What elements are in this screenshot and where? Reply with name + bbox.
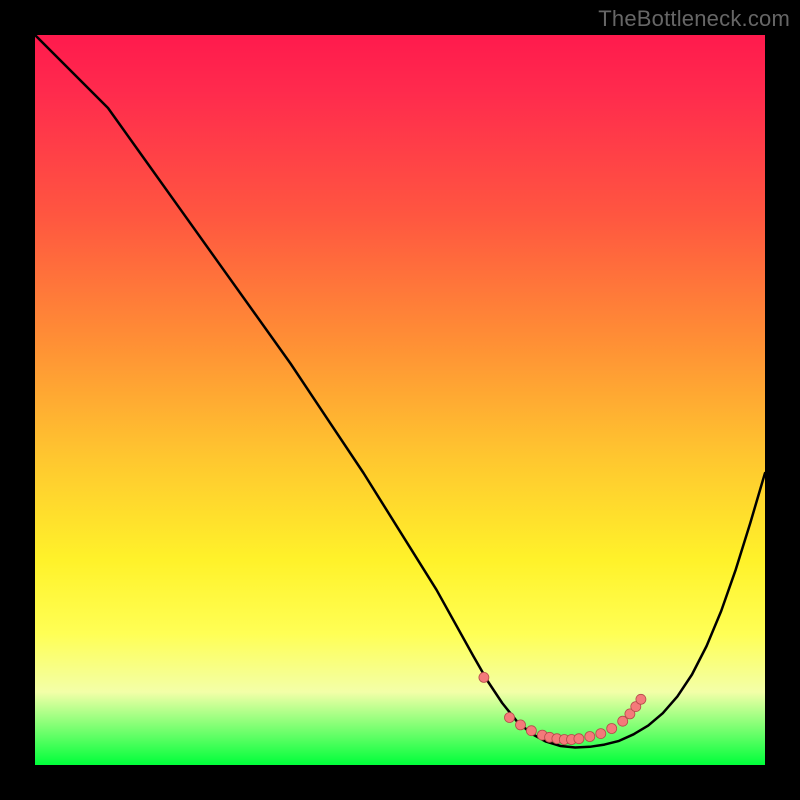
curve-marker	[596, 729, 606, 739]
curve-marker	[636, 694, 646, 704]
curve-marker	[516, 720, 526, 730]
chart-svg	[35, 35, 765, 765]
curve-marker	[574, 734, 584, 744]
curve-marker	[585, 732, 595, 742]
curve-marker	[505, 713, 515, 723]
plot-area	[35, 35, 765, 765]
marker-group	[479, 672, 646, 744]
watermark-text: TheBottleneck.com	[598, 6, 790, 32]
bottleneck-curve	[35, 35, 765, 748]
curve-marker	[526, 726, 536, 736]
curve-marker	[607, 724, 617, 734]
curve-marker	[479, 672, 489, 682]
